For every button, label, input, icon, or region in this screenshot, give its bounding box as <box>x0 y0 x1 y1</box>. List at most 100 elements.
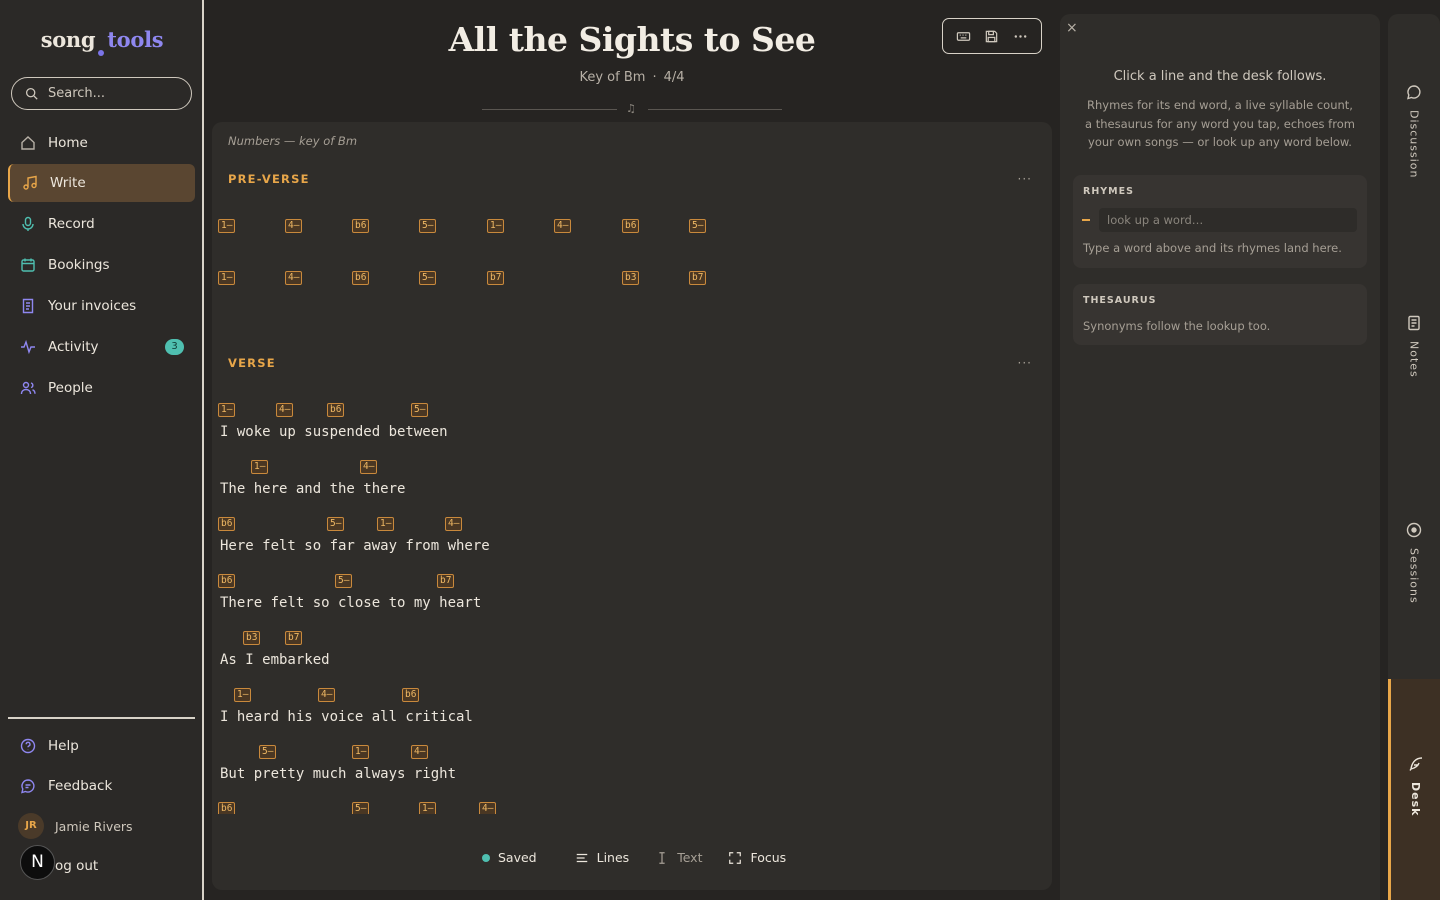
lookup-word-input[interactable] <box>1107 213 1347 227</box>
chord-chip[interactable]: 5– <box>259 745 277 759</box>
nav-invoices-label: Your invoices <box>48 298 137 314</box>
chord-chip[interactable]: 4– <box>318 688 336 702</box>
rail-tab-notes[interactable]: Notes <box>1388 315 1440 378</box>
lyric-line[interactable]: I heard his voice all critical <box>220 709 473 725</box>
nav-help[interactable]: Help <box>8 727 195 765</box>
brand-logo[interactable]: song tools <box>0 27 204 56</box>
chord-chip[interactable]: 5– <box>327 517 345 531</box>
save-icon[interactable] <box>984 29 999 44</box>
nav-home[interactable]: Home <box>8 124 195 162</box>
lookup-box[interactable] <box>1099 208 1357 232</box>
nav-activity[interactable]: Activity 3 <box>8 328 195 366</box>
lines-mode-button[interactable]: Lines <box>575 850 629 865</box>
rail-notes-label: Notes <box>1407 341 1421 378</box>
chord-chip[interactable]: b3 <box>622 271 640 285</box>
chord-chip[interactable]: 1– <box>234 688 252 702</box>
chord-chip[interactable]: 5– <box>419 271 437 285</box>
rail-desk-label: Desk <box>1409 782 1422 817</box>
activity-pulse-icon <box>21 339 35 355</box>
lyric-line[interactable]: Here felt so far away from where <box>220 538 490 554</box>
chord-chip[interactable]: b6 <box>218 517 236 531</box>
quill-pen-icon <box>1408 757 1422 771</box>
pre-verse-more-button[interactable]: ··· <box>1018 172 1032 186</box>
lyric-line[interactable]: But pretty much always right <box>220 766 456 782</box>
brand-dot <box>98 50 105 56</box>
text-label: Text <box>677 850 703 865</box>
feedback-icon <box>21 779 35 794</box>
chord-chip[interactable]: b6 <box>622 219 640 233</box>
chord-chip[interactable]: b6 <box>402 688 420 702</box>
chord-chip[interactable]: b7 <box>487 271 505 285</box>
chord-chip[interactable]: 1– <box>218 403 236 417</box>
avatar: JR <box>18 813 44 839</box>
calendar-icon <box>21 258 35 272</box>
song-title[interactable]: All the Sights to See <box>400 20 864 59</box>
nav-feedback[interactable]: Feedback <box>8 767 195 805</box>
chord-chip[interactable]: b6 <box>327 403 345 417</box>
nav-write[interactable]: Write <box>8 164 195 202</box>
chord-chip[interactable]: 5– <box>411 403 429 417</box>
invoice-icon <box>22 298 34 314</box>
chord-chip[interactable]: 4– <box>276 403 294 417</box>
chord-chip[interactable]: 4– <box>285 219 303 233</box>
chord-chip[interactable]: b6 <box>352 219 370 233</box>
nav-people[interactable]: People <box>8 369 195 407</box>
rail-tab-sessions[interactable]: Sessions <box>1388 522 1440 604</box>
saved-status: Saved <box>482 850 537 865</box>
nav-record[interactable]: Record <box>8 205 195 243</box>
nav-bookings[interactable]: Bookings <box>8 246 195 284</box>
more-options-icon[interactable] <box>1013 29 1028 44</box>
rhymes-hint: Type a word above and its rhymes land he… <box>1083 241 1342 255</box>
thesaurus-title: THESAURUS <box>1083 295 1157 306</box>
search-box[interactable] <box>11 77 192 110</box>
chord-chip[interactable]: b7 <box>285 631 303 645</box>
chord-chip[interactable]: 4– <box>360 460 378 474</box>
chat-bubble-icon <box>1407 85 1421 100</box>
lyric-line[interactable]: I woke up suspended between <box>220 424 448 440</box>
chord-chip[interactable]: b7 <box>437 574 455 588</box>
rail-tab-desk[interactable]: Desk <box>1388 679 1440 900</box>
chord-chip[interactable]: 4– <box>411 745 429 759</box>
chord-chip[interactable]: 4– <box>445 517 463 531</box>
chord-chip[interactable]: b7 <box>689 271 707 285</box>
meta-separator: · <box>652 70 657 85</box>
chord-chip[interactable]: 1– <box>218 271 236 285</box>
chord-chip[interactable]: 4– <box>554 219 572 233</box>
chord-chip[interactable]: 4– <box>285 271 303 285</box>
desk-description: Rhymes for its end word, a live syllable… <box>1085 98 1355 149</box>
verse-more-button[interactable]: ··· <box>1018 356 1032 370</box>
section-title-verse[interactable]: VERSE <box>228 356 276 370</box>
nav-invoices[interactable]: Your invoices <box>8 287 195 325</box>
rhymes-dash-marker <box>1082 219 1090 221</box>
focus-mode-button[interactable]: Focus <box>728 850 786 865</box>
lyric-line[interactable]: The here and the there <box>220 481 405 497</box>
microphone-icon <box>22 216 34 231</box>
song-meter[interactable]: 4/4 <box>664 70 685 85</box>
search-input[interactable] <box>48 86 178 101</box>
chord-chip[interactable]: b6 <box>352 271 370 285</box>
n-launcher-button[interactable]: N <box>20 845 55 880</box>
user-name: Jamie Rivers <box>55 818 133 834</box>
chord-chip[interactable]: b3 <box>243 631 261 645</box>
chord-chip[interactable]: 1– <box>352 745 370 759</box>
chord-chip[interactable]: 1– <box>377 517 395 531</box>
song-key[interactable]: Key of Bm <box>579 70 645 85</box>
lyric-line[interactable]: As I embarked <box>220 652 330 668</box>
section-title-pre-verse[interactable]: PRE-VERSE <box>228 172 310 186</box>
nav-activity-label: Activity <box>48 339 99 355</box>
chord-chip[interactable]: 5– <box>689 219 707 233</box>
lyric-line[interactable]: There felt so close to my heart <box>220 595 481 611</box>
text-mode-button[interactable]: Text <box>655 850 702 865</box>
notes-icon <box>1408 315 1420 331</box>
rail-tab-discussion[interactable]: Discussion <box>1388 84 1440 179</box>
chord-chip[interactable]: 5– <box>335 574 353 588</box>
close-icon[interactable]: × <box>1066 20 1078 36</box>
chord-chip[interactable]: 1– <box>218 219 236 233</box>
chord-chip[interactable]: 5– <box>419 219 437 233</box>
user-profile[interactable]: JR Jamie Rivers <box>18 813 133 839</box>
nav-write-label: Write <box>50 175 86 191</box>
keyboard-icon[interactable] <box>956 29 971 44</box>
chord-chip[interactable]: b6 <box>218 574 236 588</box>
chord-chip[interactable]: 1– <box>251 460 269 474</box>
chord-chip[interactable]: 1– <box>487 219 505 233</box>
